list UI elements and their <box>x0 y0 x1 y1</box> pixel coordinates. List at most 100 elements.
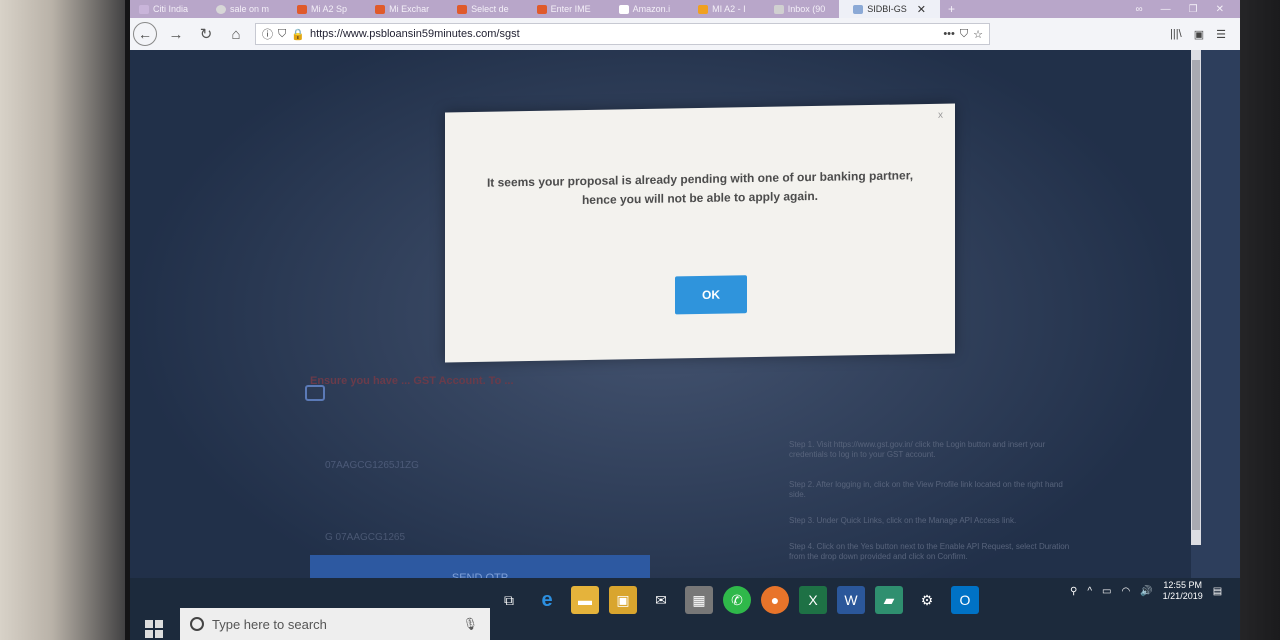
settings-gear-icon[interactable]: ⚙ <box>913 586 941 614</box>
battery-icon[interactable]: ▭ <box>1102 586 1111 597</box>
tab-favicon-icon <box>375 4 386 14</box>
tab-label: sale on m <box>230 4 270 14</box>
sidebar-icon[interactable]: ▣ <box>1194 28 1204 41</box>
minimize-icon[interactable]: — <box>1161 4 1171 15</box>
tab-favicon-icon <box>457 4 468 14</box>
browser-tab-active[interactable]: SIDBI-GS ✕ <box>839 0 940 18</box>
excel-icon[interactable]: X <box>799 586 827 614</box>
browser-tab[interactable]: Enter IME <box>523 0 605 18</box>
window-controls: ∞ — ❐ ✕ <box>1136 4 1241 15</box>
store-icon[interactable]: ▣ <box>609 586 637 614</box>
mail-icon[interactable]: ✉ <box>647 586 675 614</box>
screen-frame-edge <box>125 0 130 640</box>
instruction-step: Step 4. Click on the Yes button next to … <box>789 542 1070 561</box>
shield-icon[interactable]: ⛉ <box>278 28 286 41</box>
laptop-screen: Citi India sale on m Mi A2 Sp Mi Exchar … <box>125 0 1240 640</box>
browser-tab[interactable]: Mi A2 Sp <box>283 0 361 18</box>
lock-icon[interactable]: 🔒 <box>291 28 305 41</box>
browser-tab[interactable]: Amazon.i <box>605 0 685 18</box>
library-icon[interactable]: |||\ <box>1170 28 1182 41</box>
browser-tab[interactable]: Select de <box>443 0 523 18</box>
tab-label: Select de <box>471 4 509 14</box>
taskbar-search-box[interactable]: Type here to search 🎙 <box>180 608 490 640</box>
tab-favicon-icon <box>773 4 784 14</box>
windows-start-icon[interactable] <box>145 620 163 638</box>
bookmark-star-icon[interactable]: ☆ <box>973 28 983 41</box>
tab-label: Amazon.i <box>632 4 671 14</box>
edge-icon[interactable]: e <box>533 586 561 614</box>
dialog-message: It seems your proposal is already pendin… <box>486 168 914 208</box>
dialog-close-icon[interactable]: x <box>938 110 943 121</box>
windows-taskbar: Type here to search 🎙 ⧉ e ▬ ▣ ✉ ▦ ✆ ● X … <box>125 578 1240 640</box>
gst-number-confirm-field[interactable]: G 07AAGCG1265 <box>325 532 405 543</box>
taskbar-apps: ⧉ e ▬ ▣ ✉ ▦ ✆ ● X W ▰ ⚙ O <box>495 586 979 614</box>
instruction-step: Step 3. Under Quick Links, click on the … <box>789 516 1017 525</box>
home-button[interactable]: ⌂ <box>225 26 247 43</box>
search-icon <box>190 617 204 631</box>
tab-label: Mi Exchar <box>389 4 430 14</box>
browser-tab[interactable]: MI A2 - I <box>684 0 760 18</box>
notifications-icon[interactable]: ▤ <box>1213 586 1222 597</box>
tab-label: Citi India <box>153 4 189 14</box>
tab-favicon-icon <box>698 4 709 14</box>
alert-dialog: x It seems your proposal is already pend… <box>445 103 955 363</box>
people-icon[interactable]: ⚲ <box>1070 586 1077 597</box>
back-button[interactable]: ← <box>133 22 157 46</box>
scrollbar-thumb[interactable] <box>1192 60 1200 530</box>
tab-label: MI A2 - I <box>712 4 746 14</box>
tab-label: SIDBI-GS <box>867 4 907 14</box>
page-actions-icon[interactable]: ••• <box>943 28 955 40</box>
clock-time: 12:55 PM <box>1163 580 1202 590</box>
maximize-icon[interactable]: ❐ <box>1189 4 1198 15</box>
photos-icon[interactable]: ▰ <box>875 586 903 614</box>
menu-icon[interactable]: ☰ <box>1216 28 1226 41</box>
word-icon[interactable]: W <box>837 586 865 614</box>
wifi-icon[interactable]: ◠ <box>1121 586 1130 597</box>
browser-tab[interactable]: Mi Exchar <box>361 0 443 18</box>
page-content: Ensure you have ... GST Account. To ... … <box>125 50 1191 640</box>
url-bar[interactable]: ⓘ ⛉ 🔒 https://www.psbloansin59minutes.co… <box>255 23 990 45</box>
whatsapp-icon[interactable]: ✆ <box>723 586 751 614</box>
clock-date: 1/21/2019 <box>1162 591 1203 601</box>
browser-nav-bar: ← → ↻ ⌂ ⓘ ⛉ 🔒 https://www.psbloansin59mi… <box>125 18 1240 50</box>
taskbar-clock[interactable]: 12:55 PM 1/21/2019 <box>1163 580 1203 602</box>
browser-tab[interactable]: Citi India <box>125 0 202 18</box>
tab-label: Inbox (90 <box>787 4 826 14</box>
container-icon[interactable]: ∞ <box>1136 4 1143 15</box>
instruction-step: Step 2. After logging in, click on the V… <box>789 480 1063 499</box>
file-explorer-icon[interactable]: ▬ <box>571 586 599 614</box>
volume-icon[interactable]: 🔊 <box>1140 586 1152 597</box>
close-icon[interactable]: ✕ <box>1216 4 1224 15</box>
tab-close-icon[interactable]: ✕ <box>917 3 926 16</box>
url-text[interactable]: https://www.psbloansin59minutes.com/sgst <box>310 28 520 40</box>
firefox-icon[interactable]: ● <box>761 586 789 614</box>
tray-expand-icon[interactable]: ^ <box>1087 586 1092 597</box>
tab-favicon-icon <box>216 4 227 14</box>
tab-favicon-icon <box>139 4 149 14</box>
toolbar-right: |||\ ▣ ☰ <box>1170 28 1240 41</box>
gst-number-field[interactable]: 07AAGCG1265J1ZG <box>325 460 419 471</box>
instruction-step: Step 1. Visit https://www.gst.gov.in/ cl… <box>789 440 1046 459</box>
gst-warning-text: Ensure you have ... GST Account. To ... <box>310 375 514 387</box>
system-tray: ⚲ ^ ▭ ◠ 🔊 12:55 PM 1/21/2019 ▤ <box>1070 578 1222 604</box>
info-icon[interactable]: ⓘ <box>262 26 273 42</box>
microphone-icon[interactable]: 🎙 <box>463 617 478 631</box>
browser-tab-bar: Citi India sale on m Mi A2 Sp Mi Exchar … <box>125 0 1240 18</box>
browser-tab[interactable]: sale on m <box>202 0 283 18</box>
pocket-icon[interactable]: ⛉ <box>960 28 968 41</box>
background-desk <box>0 0 130 640</box>
task-view-icon[interactable]: ⧉ <box>495 586 523 614</box>
new-tab-button[interactable]: + <box>940 2 963 16</box>
tab-label: Enter IME <box>550 4 591 14</box>
tab-favicon-icon <box>536 4 547 14</box>
browser-tab[interactable]: Inbox (90 <box>760 0 840 18</box>
tab-favicon-icon <box>618 4 629 14</box>
outlook-icon[interactable]: O <box>951 586 979 614</box>
reload-button[interactable]: ↻ <box>195 25 217 43</box>
ok-button[interactable]: OK <box>675 275 747 315</box>
search-placeholder: Type here to search <box>212 616 327 632</box>
calculator-icon[interactable]: ▦ <box>685 586 713 614</box>
tab-label: Mi A2 Sp <box>311 4 348 14</box>
forward-button[interactable]: → <box>165 26 187 43</box>
tab-favicon-icon <box>853 4 864 14</box>
